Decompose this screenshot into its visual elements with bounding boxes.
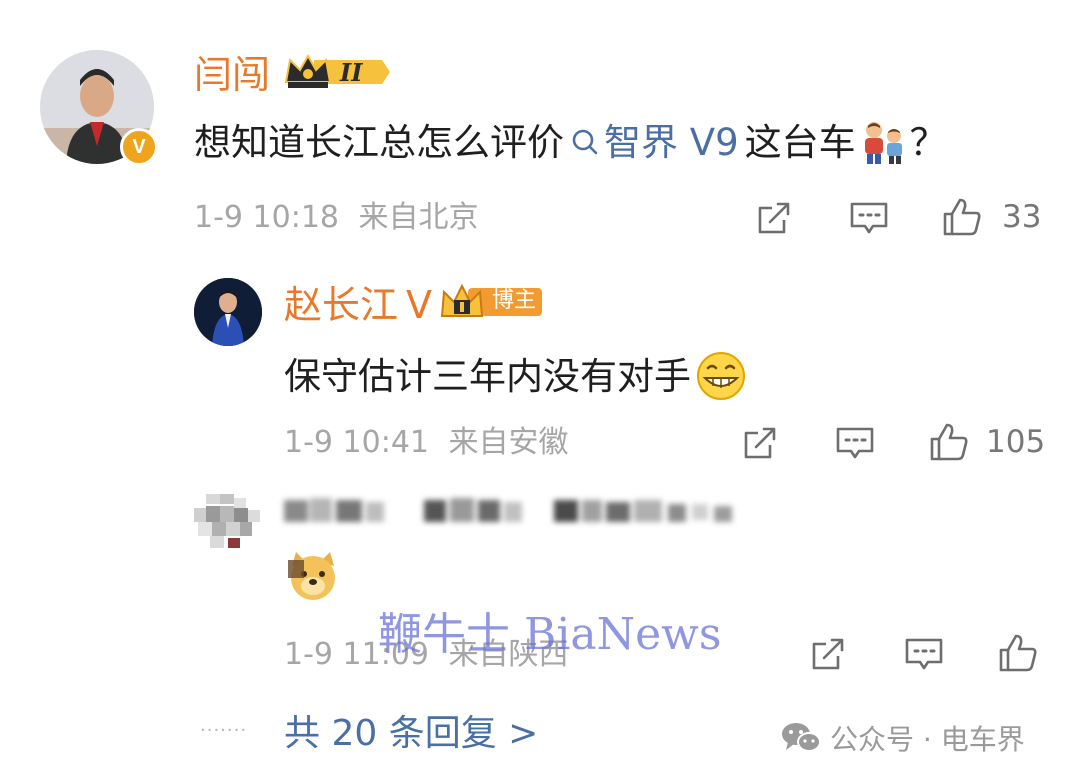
share-icon[interactable] bbox=[808, 634, 848, 674]
reply1-text: 保守估计三年内没有对手 bbox=[284, 350, 747, 402]
family-emoji-icon bbox=[864, 122, 902, 164]
blogger-badge: 博主 bbox=[440, 282, 544, 322]
wechat-source: 公众号 · 电车界 bbox=[780, 718, 1025, 758]
comment-location: 来自北京 bbox=[358, 200, 479, 235]
watermark: 鞭牛士 BiaNews bbox=[378, 609, 722, 660]
pixelated-avatar-image bbox=[192, 492, 262, 558]
member-level-badge: II bbox=[284, 52, 390, 92]
member-level-text: II bbox=[340, 58, 363, 87]
wechat-source-label: 公众号 · 电车界 bbox=[830, 723, 1025, 756]
doge-emoji-icon bbox=[288, 552, 335, 600]
pixelated-text-image bbox=[284, 498, 732, 522]
reply1-avatar-image bbox=[194, 278, 262, 346]
reply1-like-count: 105 bbox=[986, 424, 1046, 460]
comment-text-before: 想知道长江总怎么评价 bbox=[194, 120, 564, 164]
grin-emoji-icon bbox=[697, 352, 745, 400]
crown-icon bbox=[284, 53, 390, 88]
comment-time: 1-9 10:18 bbox=[194, 200, 339, 235]
more-replies-link[interactable]: 共 20 条回复 > bbox=[284, 716, 538, 752]
wechat-icon bbox=[782, 723, 821, 752]
reply1-time: 1-9 10:41 bbox=[284, 425, 429, 460]
reply1-username-text: 赵长江 bbox=[284, 283, 399, 327]
topic-link[interactable]: 智界 V9 bbox=[570, 124, 739, 161]
comment-icon[interactable] bbox=[834, 423, 876, 463]
topic-link-label: 智界 V9 bbox=[604, 120, 739, 164]
reply1-location: 来自安徽 bbox=[448, 425, 569, 460]
search-icon bbox=[572, 129, 598, 155]
reply2-avatar-pixelated[interactable] bbox=[192, 492, 262, 558]
like-icon[interactable] bbox=[997, 632, 1039, 674]
reply1-avatar[interactable] bbox=[194, 278, 262, 346]
reply1-meta: 1-9 10:41 来自安徽 bbox=[284, 428, 569, 458]
comment-text-end: ？ bbox=[909, 120, 947, 164]
reply2-username-pixelated bbox=[284, 494, 750, 528]
reply1-text-content: 保守估计三年内没有对手 bbox=[284, 354, 691, 398]
commenter-username[interactable]: 闫闯 bbox=[194, 56, 270, 94]
verified-badge: V bbox=[120, 128, 158, 166]
share-icon[interactable] bbox=[740, 423, 780, 463]
comment-icon[interactable] bbox=[848, 198, 890, 238]
comment-meta: 1-9 10:18 来自北京 bbox=[194, 203, 479, 233]
reply1-verified-mark: V bbox=[406, 283, 433, 327]
comment-icon[interactable] bbox=[903, 634, 945, 674]
comment-like-count: 33 bbox=[1002, 199, 1042, 235]
share-icon[interactable] bbox=[754, 198, 794, 238]
reply1-username[interactable]: 赵长江 V bbox=[284, 286, 432, 324]
like-icon[interactable] bbox=[941, 196, 983, 238]
footer-divider-dots: ······· bbox=[200, 720, 248, 741]
comment-text-after: 这台车 bbox=[744, 120, 856, 164]
blogger-badge-text: 博主 bbox=[492, 288, 537, 313]
like-icon[interactable] bbox=[928, 421, 970, 463]
comment-text: 想知道长江总怎么评价 智界 V9 这台车 ？ bbox=[194, 120, 947, 164]
